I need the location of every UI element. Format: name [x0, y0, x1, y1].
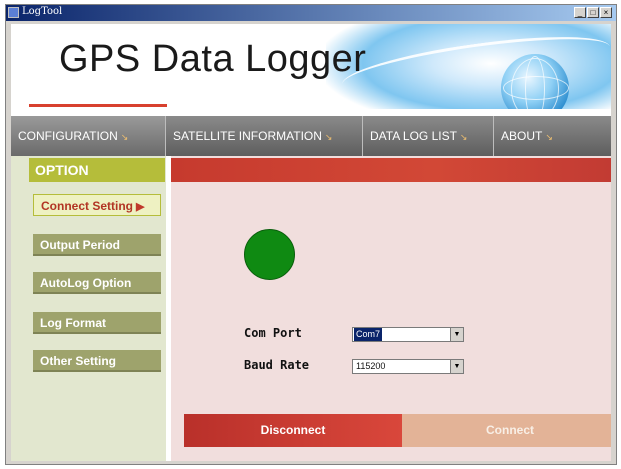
main-nav: CONFIGURATION ↘ SATELLITE INFORMATION ↘ DA…	[11, 116, 611, 156]
arrow-icon: ↘	[120, 132, 129, 142]
tab-satellite-information[interactable]: SATELLITE INFORMATION ↘	[165, 116, 362, 156]
sidebar-item-log-format[interactable]: Log Format	[33, 312, 161, 334]
arrow-icon: ↘	[545, 132, 553, 142]
app-title: GPS Data Logger	[59, 38, 367, 80]
sidebar: OPTION Connect Setting ▶ Output Period Au…	[11, 156, 166, 461]
panel-header-bar	[171, 158, 611, 182]
sidebar-item-label: Log Format	[40, 316, 106, 330]
tab-configuration-label: CONFIGURATION	[18, 129, 118, 143]
com-port-select[interactable]: Com7 ▼	[352, 327, 464, 342]
connect-button[interactable]: Connect	[402, 414, 611, 447]
app-window: LogTool _ □ × GPS Data Logger CONFIGURAT…	[5, 4, 617, 465]
tab-about[interactable]: ABOUT ↘	[493, 116, 611, 156]
tab-data-log-list-label: DATA LOG LIST	[370, 129, 457, 143]
connect-setting-panel: Com Port Com7 ▼ Baud Rate 115200 ▼ Disco…	[171, 156, 611, 461]
title-bar[interactable]: LogTool _ □ ×	[6, 5, 616, 21]
close-button[interactable]: ×	[600, 7, 612, 18]
com-port-value: Com7	[354, 328, 383, 341]
sidebar-item-label: AutoLog Option	[40, 276, 132, 290]
dropdown-arrow-icon[interactable]: ▼	[450, 328, 463, 341]
sidebar-item-output-period[interactable]: Output Period	[33, 234, 161, 256]
window-title: LogTool	[22, 6, 63, 17]
arrow-icon: ↘	[459, 132, 468, 142]
connection-status-indicator	[244, 229, 295, 280]
selected-arrow-icon: ▶	[136, 201, 145, 213]
active-tab-underline	[29, 104, 167, 107]
sidebar-item-other-setting[interactable]: Other Setting	[33, 350, 161, 372]
maximize-button[interactable]: □	[587, 7, 599, 18]
arrow-icon: ↘	[324, 132, 333, 142]
sidebar-item-autolog-option[interactable]: AutoLog Option	[33, 272, 161, 294]
sidebar-item-label: Other Setting	[40, 354, 117, 368]
tab-about-label: ABOUT	[501, 129, 543, 143]
minimize-button[interactable]: _	[574, 7, 586, 18]
baud-rate-value: 115200	[356, 361, 386, 371]
com-port-label: Com Port	[244, 326, 302, 340]
sidebar-item-label: Output Period	[40, 238, 120, 252]
dropdown-arrow-icon[interactable]: ▼	[450, 360, 463, 373]
baud-rate-label: Baud Rate	[244, 358, 310, 372]
sidebar-item-connect-setting[interactable]: Connect Setting ▶	[33, 194, 161, 216]
sidebar-item-label: Connect Setting	[41, 199, 133, 213]
client-area: GPS Data Logger CONFIGURATION ↘ SATELLITE…	[11, 24, 611, 461]
disconnect-button[interactable]: Disconnect	[184, 414, 402, 447]
sidebar-header: OPTION	[29, 158, 165, 182]
tab-satellite-label: SATELLITE INFORMATION	[173, 129, 322, 143]
app-icon	[8, 7, 19, 18]
tab-configuration[interactable]: CONFIGURATION ↘	[11, 116, 165, 156]
baud-rate-select[interactable]: 115200 ▼	[352, 359, 464, 374]
banner: GPS Data Logger	[11, 24, 611, 109]
tab-data-log-list[interactable]: DATA LOG LIST ↘	[362, 116, 493, 156]
